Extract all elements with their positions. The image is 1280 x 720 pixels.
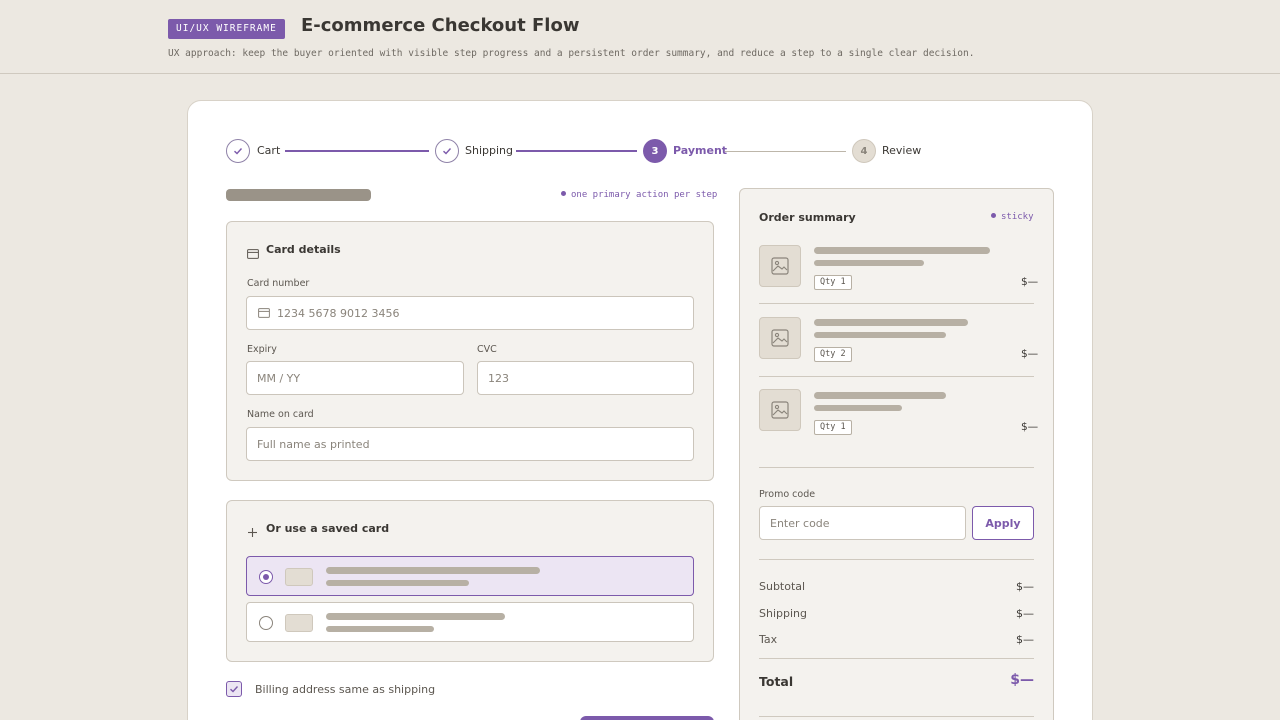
page-subtitle: UX approach: keep the buyer oriented wit… [168, 48, 975, 59]
quantity-badge: Qty 2 [814, 347, 852, 362]
saved-card-radio[interactable] [259, 616, 273, 630]
cvc-input[interactable]: 123 [477, 361, 694, 395]
card-number-input[interactable]: 1234 5678 9012 3456 [246, 296, 694, 330]
saved-card-option[interactable] [246, 602, 694, 642]
product-name-placeholder [814, 319, 968, 326]
page-title: E-commerce Checkout Flow [301, 15, 580, 36]
sticky-hint: sticky [991, 212, 1034, 222]
name-on-card-placeholder: Full name as printed [257, 437, 370, 451]
sticky-hint-text: sticky [1001, 212, 1034, 222]
image-icon [771, 401, 789, 419]
item-price: $— [1021, 348, 1039, 360]
card-line-placeholder [326, 613, 505, 620]
step-connector-3 [725, 151, 846, 152]
saved-card-title: Or use a saved card [266, 522, 390, 535]
saved-card-option[interactable] [246, 556, 694, 596]
card-details-title: Card details [266, 243, 341, 256]
saved-card-radio[interactable] [259, 570, 273, 584]
primary-action-hint: one primary action per step [561, 190, 717, 200]
summary-divider [759, 716, 1034, 717]
credit-card-icon [258, 308, 270, 321]
expiry-placeholder: MM / YY [257, 371, 301, 385]
product-detail-placeholder [814, 405, 902, 411]
total-label: Total [759, 674, 794, 689]
promo-code-placeholder: Enter code [770, 516, 830, 530]
card-thumbnail [285, 614, 313, 632]
step-connector-2 [516, 150, 637, 152]
billing-same-checkbox[interactable] [226, 681, 242, 697]
image-icon [771, 257, 789, 275]
credit-card-icon [247, 244, 259, 263]
cvc-label: CVC [477, 344, 497, 355]
promo-code-input[interactable]: Enter code [759, 506, 966, 540]
plus-icon [247, 523, 258, 542]
product-thumbnail [759, 317, 801, 359]
promo-code-label: Promo code [759, 489, 816, 500]
wireframe-badge: UI/UX WIREFRAME [168, 19, 285, 39]
product-name-placeholder [814, 247, 990, 254]
check-icon [230, 686, 239, 693]
card-number-label: Card number [247, 278, 310, 289]
item-divider [759, 376, 1034, 377]
product-thumbnail [759, 245, 801, 287]
name-on-card-label: Name on card [247, 409, 314, 420]
card-thumbnail [285, 568, 313, 586]
step-payment-marker: 3 [643, 139, 667, 163]
card-line-placeholder [326, 626, 434, 632]
hint-dot [991, 213, 996, 218]
step-payment-label: Payment [673, 144, 728, 157]
item-price: $— [1021, 421, 1039, 433]
quantity-badge: Qty 1 [814, 420, 852, 435]
cvc-placeholder: 123 [488, 371, 509, 385]
tax-value: $— [1016, 633, 1034, 646]
step-shipping-marker[interactable] [435, 139, 459, 163]
billing-same-label[interactable]: Billing address same as shipping [255, 683, 435, 696]
hint-dot [561, 191, 566, 196]
total-value: $— [1010, 672, 1034, 688]
shipping-value: $— [1016, 607, 1034, 620]
expiry-input[interactable]: MM / YY [246, 361, 464, 395]
step-cart-marker[interactable] [226, 139, 250, 163]
subtotal-value: $— [1016, 580, 1034, 593]
quantity-badge: Qty 1 [814, 275, 852, 290]
continue-button[interactable] [580, 716, 714, 720]
step-connector-1 [285, 150, 429, 152]
summary-divider [759, 467, 1034, 468]
step-cart-label[interactable]: Cart [257, 144, 280, 157]
page-header: UI/UX WIREFRAME E-commerce Checkout Flow… [0, 0, 1280, 74]
product-name-placeholder [814, 392, 946, 399]
expiry-label: Expiry [247, 344, 277, 355]
summary-divider [759, 658, 1034, 659]
product-detail-placeholder [814, 332, 946, 338]
product-detail-placeholder [814, 260, 924, 266]
order-summary-title: Order summary [759, 211, 856, 224]
step-shipping-label[interactable]: Shipping [465, 144, 513, 157]
hint-text: one primary action per step [571, 190, 718, 200]
apply-promo-button[interactable]: Apply [972, 506, 1034, 540]
step-review-marker: 4 [852, 139, 876, 163]
check-icon [443, 148, 452, 155]
image-icon [771, 329, 789, 347]
check-icon [234, 148, 243, 155]
product-thumbnail [759, 389, 801, 431]
summary-divider [759, 559, 1034, 560]
card-line-placeholder [326, 567, 540, 574]
shipping-label: Shipping [759, 607, 807, 620]
section-heading-placeholder [226, 189, 371, 201]
tax-label: Tax [759, 633, 778, 646]
name-on-card-input[interactable]: Full name as printed [246, 427, 694, 461]
subtotal-label: Subtotal [759, 580, 806, 593]
card-line-placeholder [326, 580, 469, 586]
item-divider [759, 303, 1034, 304]
item-price: $— [1021, 276, 1039, 288]
card-number-placeholder: 1234 5678 9012 3456 [277, 306, 400, 320]
step-review-label: Review [882, 144, 922, 157]
